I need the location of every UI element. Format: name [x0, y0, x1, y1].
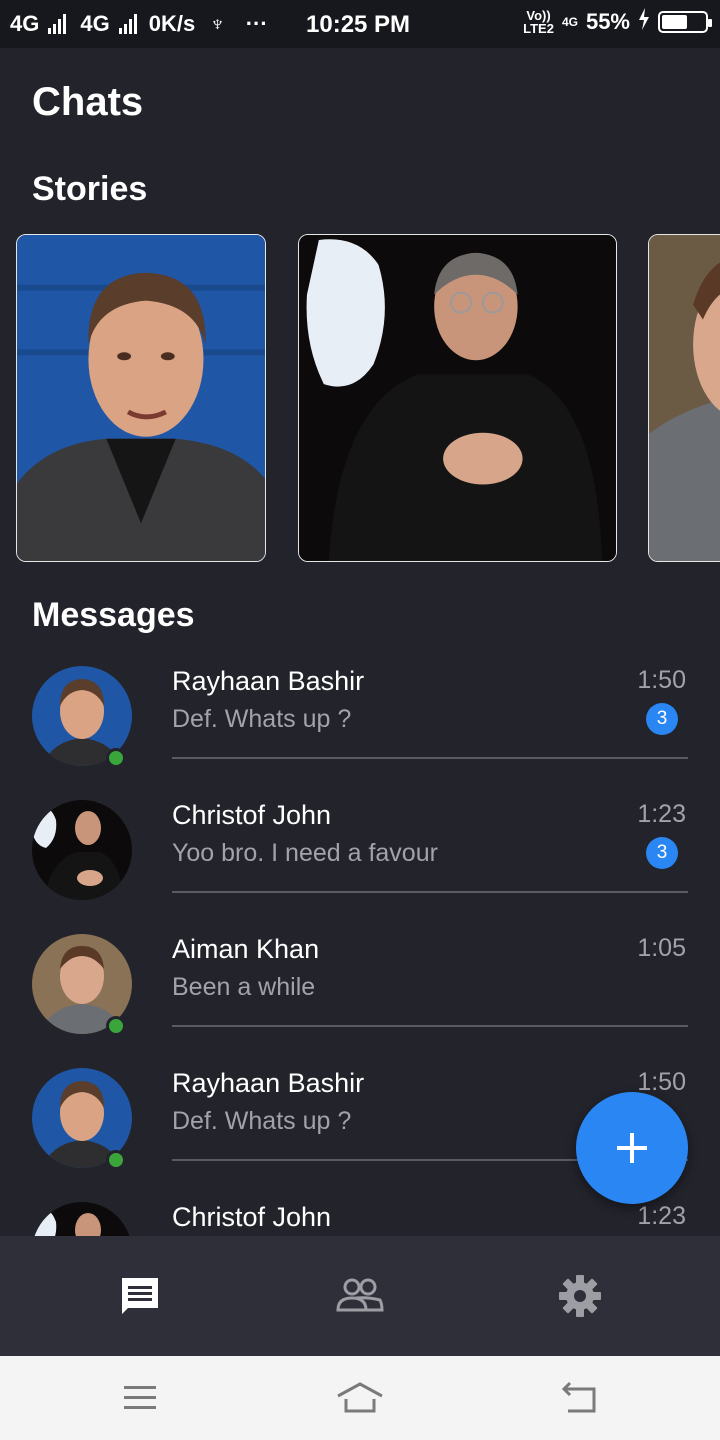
system-back-button[interactable]: [460, 1356, 700, 1440]
signal-icon-2: [118, 14, 137, 34]
chat-icon: [122, 1278, 158, 1314]
status-bar: 4G 4G 0K/s ♆ ··· 10:25 PM Vo)) LTE2 4G 5…: [0, 0, 720, 48]
story-photo: [17, 235, 265, 561]
signal-icon: [48, 14, 67, 34]
people-icon: [336, 1278, 384, 1312]
chat-row[interactable]: Rayhaan Bashir Def. Whats up ? 1:50 3: [0, 650, 720, 784]
messages-heading: Messages: [32, 596, 195, 634]
story-card[interactable]: [298, 234, 617, 562]
stories-heading: Stories: [32, 170, 148, 208]
avatar: [32, 800, 132, 900]
volte-bottom: LTE2: [523, 21, 554, 36]
contact-name: Christof John: [172, 800, 332, 830]
message-time: 1:05: [637, 934, 686, 962]
story-card[interactable]: [16, 234, 266, 562]
battery-percent: 55%: [585, 9, 630, 34]
page-title: Chats: [32, 80, 144, 124]
new-chat-button[interactable]: [576, 1092, 688, 1204]
data-speed: 0K/s: [148, 11, 196, 36]
avatar-photo: [32, 1202, 132, 1236]
nav-chats[interactable]: [20, 1236, 260, 1356]
avatar: [32, 1202, 132, 1236]
divider: [172, 1025, 688, 1027]
online-indicator: [106, 748, 126, 768]
online-indicator: [106, 1016, 126, 1036]
message-preview: Been a while: [172, 973, 316, 1001]
battery-fill: [662, 15, 688, 29]
clock: 10:25 PM: [306, 11, 411, 38]
plus-icon: [617, 1133, 647, 1163]
unread-badge: 3: [646, 703, 678, 735]
avatar-photo: [32, 800, 132, 900]
system-menu-button[interactable]: [20, 1356, 260, 1440]
message-preview: Yoo bro. I need a favour: [172, 839, 438, 867]
divider: [172, 757, 688, 759]
system-home-button[interactable]: [240, 1356, 480, 1440]
volte-indicator: Vo)) LTE2: [523, 9, 554, 35]
story-photo: [649, 235, 720, 561]
bottom-nav: [0, 1236, 720, 1356]
contact-name: Rayhaan Bashir: [172, 1068, 365, 1098]
message-preview: Def. Whats up ?: [172, 1107, 352, 1135]
usb-icon: ♆: [209, 11, 226, 36]
story-card[interactable]: [648, 234, 720, 562]
message-preview: Def. Whats up ?: [172, 705, 352, 733]
divider: [172, 891, 688, 893]
more-notifications-icon: ···: [245, 11, 268, 36]
network-label-1: 4G: [10, 11, 40, 36]
contact-name: Aiman Khan: [172, 934, 320, 964]
home-icon: [337, 1382, 383, 1413]
message-time: 1:23: [637, 800, 686, 828]
back-icon: [561, 1381, 596, 1413]
contact-name: Rayhaan Bashir: [172, 666, 365, 696]
story-photo: [299, 235, 616, 561]
battery-icon: [658, 11, 712, 33]
chat-row[interactable]: Christof John Yoo bro. I need a favour 1…: [0, 784, 720, 918]
contact-name: Christof John: [172, 1202, 332, 1232]
network-type: 4G: [561, 15, 578, 29]
unread-badge: 3: [646, 837, 678, 869]
online-indicator: [106, 1150, 126, 1170]
menu-icon: [124, 1386, 156, 1409]
system-nav-bar: [0, 1356, 720, 1440]
chat-row[interactable]: Aiman Khan Been a while 1:05: [0, 918, 720, 1052]
message-time: 1:23: [637, 1202, 686, 1230]
gear-icon: [559, 1275, 601, 1317]
network-label-2: 4G: [80, 11, 110, 36]
message-time: 1:50: [637, 666, 686, 694]
charging-icon: [638, 8, 650, 36]
nav-settings[interactable]: [460, 1236, 700, 1356]
nav-contacts[interactable]: [240, 1236, 480, 1356]
